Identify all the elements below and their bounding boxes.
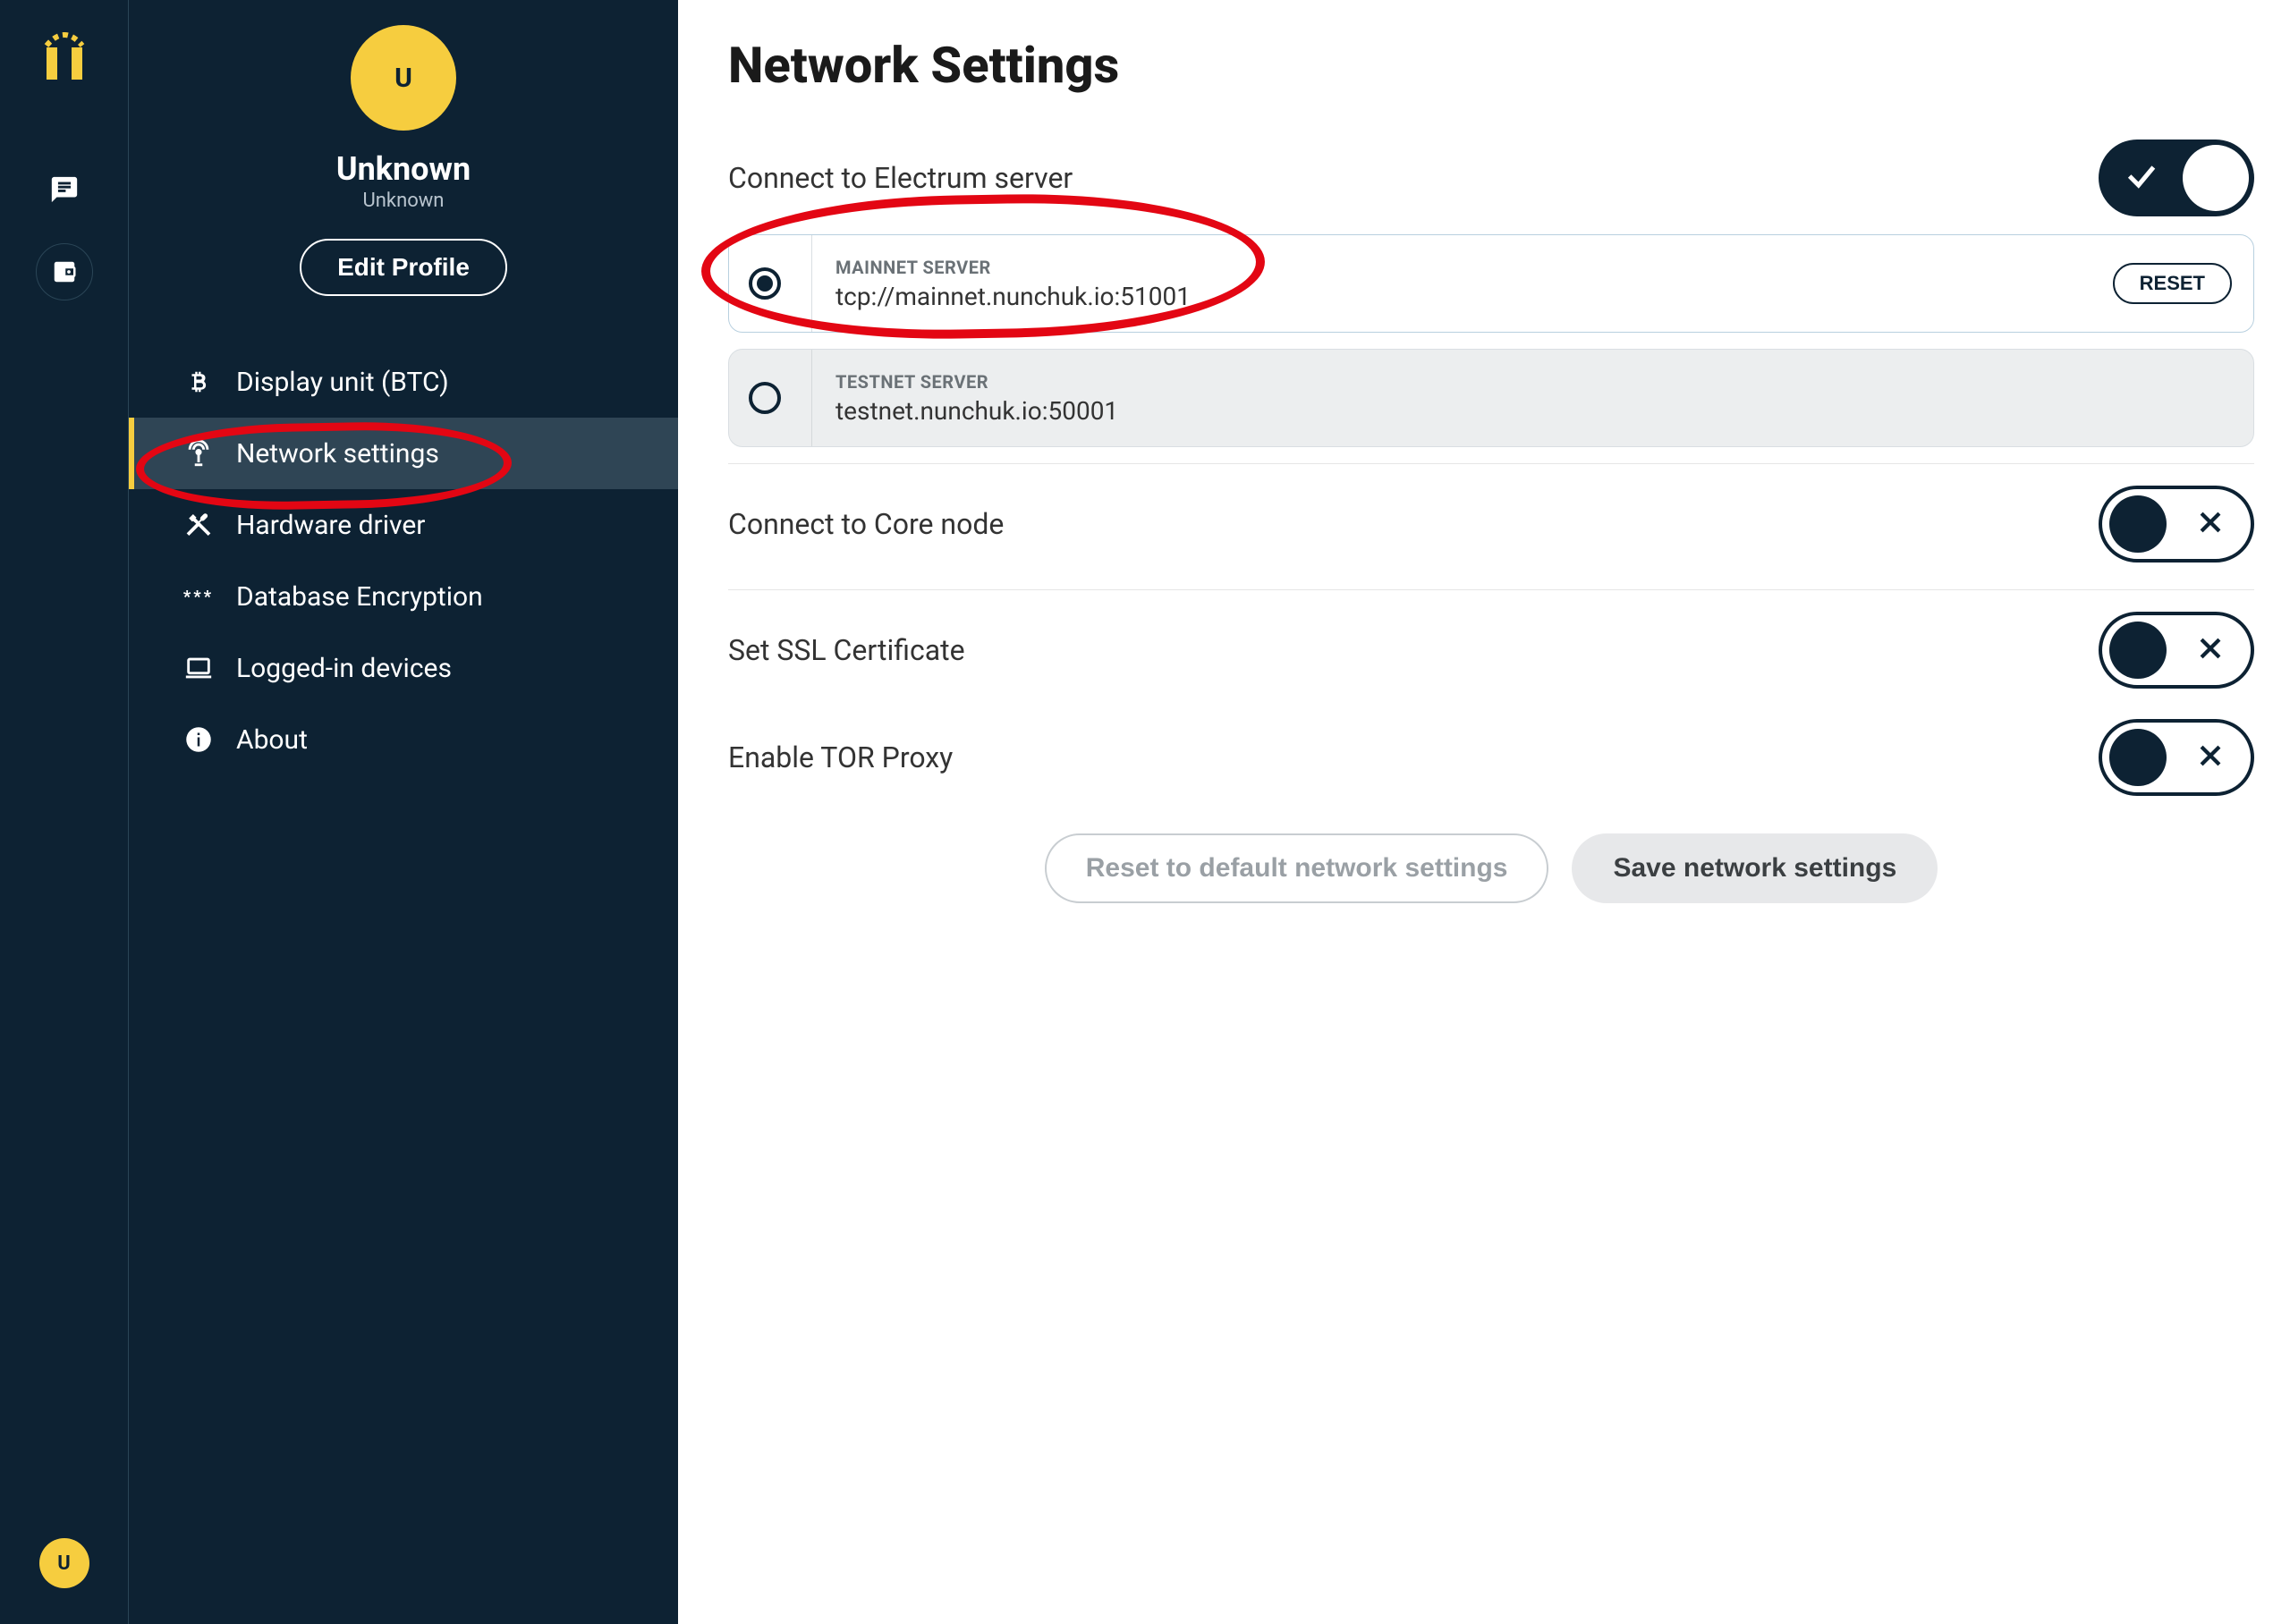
toggle-knob xyxy=(2109,729,2167,786)
tools-icon xyxy=(182,509,215,541)
row-tor: Enable TOR Proxy xyxy=(728,706,2254,808)
sidebar-item-about[interactable]: About xyxy=(129,704,678,775)
toggle-electrum[interactable] xyxy=(2099,140,2254,216)
server-label-testnet: TESTNET SERVER xyxy=(835,371,2232,393)
rail-wallet-button[interactable] xyxy=(36,243,93,300)
toggle-knob xyxy=(2109,495,2167,553)
server-card-testnet: TESTNET SERVER testnet.nunchuk.io:50001 xyxy=(728,349,2254,447)
info-icon xyxy=(182,723,215,756)
profile-avatar-initial: U xyxy=(394,63,412,94)
antenna-icon xyxy=(182,437,215,469)
toggle-knob xyxy=(2109,622,2167,679)
server-card-mainnet: MAINNET SERVER tcp://mainnet.nunchuk.io:… xyxy=(728,234,2254,333)
profile-block: U Unknown Unknown Edit Profile xyxy=(129,25,678,296)
settings-menu: Display unit (BTC) Network settings Hard… xyxy=(129,346,678,775)
x-icon xyxy=(2195,633,2226,667)
action-buttons: Reset to default network settings Save n… xyxy=(728,833,2254,903)
sidebar-item-label: Hardware driver xyxy=(236,510,425,541)
x-icon xyxy=(2195,740,2226,774)
laptop-icon xyxy=(182,652,215,684)
sidebar-item-database-encryption[interactable]: *** Database Encryption xyxy=(129,561,678,632)
sidebar-item-label: Database Encryption xyxy=(236,581,483,613)
server-label-mainnet: MAINNET SERVER xyxy=(835,257,2088,278)
label-ssl: Set SSL Certificate xyxy=(728,633,965,667)
toggle-core-node[interactable] xyxy=(2099,486,2254,562)
server-value-testnet[interactable]: testnet.nunchuk.io:50001 xyxy=(835,396,2232,426)
reset-mainnet-button[interactable]: RESET xyxy=(2113,263,2232,304)
sidebar-item-label: Network settings xyxy=(236,438,439,469)
rail-avatar[interactable]: U xyxy=(39,1538,89,1588)
radio-testnet[interactable] xyxy=(749,382,781,414)
toggle-tor[interactable] xyxy=(2099,719,2254,796)
label-electrum: Connect to Electrum server xyxy=(728,161,1073,195)
toggle-knob xyxy=(2183,145,2249,211)
label-tor: Enable TOR Proxy xyxy=(728,740,953,774)
save-settings-button[interactable]: Save network settings xyxy=(1572,833,1938,903)
sidebar-item-logged-in-devices[interactable]: Logged-in devices xyxy=(129,632,678,704)
nav-rail: U xyxy=(0,0,129,1624)
server-list: MAINNET SERVER tcp://mainnet.nunchuk.io:… xyxy=(728,234,2254,447)
radio-mainnet[interactable] xyxy=(749,267,781,300)
rail-messages-button[interactable] xyxy=(36,161,93,218)
sidebar-item-label: About xyxy=(236,724,308,756)
settings-main: Network Settings Connect to Electrum ser… xyxy=(678,0,2290,1624)
profile-avatar: U xyxy=(351,25,456,131)
reset-defaults-button[interactable]: Reset to default network settings xyxy=(1045,833,1549,903)
rail-avatar-initial: U xyxy=(57,1552,71,1575)
x-icon xyxy=(2195,507,2226,541)
sidebar-item-network-settings[interactable]: Network settings xyxy=(129,418,678,489)
profile-subtitle: Unknown xyxy=(363,190,445,212)
row-electrum: Connect to Electrum server xyxy=(728,127,2254,229)
check-icon xyxy=(2124,158,2159,198)
row-ssl: Set SSL Certificate xyxy=(728,599,2254,701)
bitcoin-icon xyxy=(182,366,215,398)
app-logo-icon xyxy=(39,25,89,89)
row-core-node: Connect to Core node xyxy=(728,473,2254,575)
settings-sidebar: U Unknown Unknown Edit Profile Display u… xyxy=(129,0,678,1624)
edit-profile-button[interactable]: Edit Profile xyxy=(300,239,507,296)
sidebar-item-label: Display unit (BTC) xyxy=(236,367,449,398)
toggle-ssl[interactable] xyxy=(2099,612,2254,689)
sidebar-item-label: Logged-in devices xyxy=(236,653,452,684)
password-icon: *** xyxy=(182,580,215,613)
sidebar-item-display-unit[interactable]: Display unit (BTC) xyxy=(129,346,678,418)
server-value-mainnet[interactable]: tcp://mainnet.nunchuk.io:51001 xyxy=(835,282,2088,311)
page-title: Network Settings xyxy=(728,36,2254,95)
profile-name: Unknown xyxy=(336,150,471,188)
label-core-node: Connect to Core node xyxy=(728,507,1004,541)
sidebar-item-hardware-driver[interactable]: Hardware driver xyxy=(129,489,678,561)
